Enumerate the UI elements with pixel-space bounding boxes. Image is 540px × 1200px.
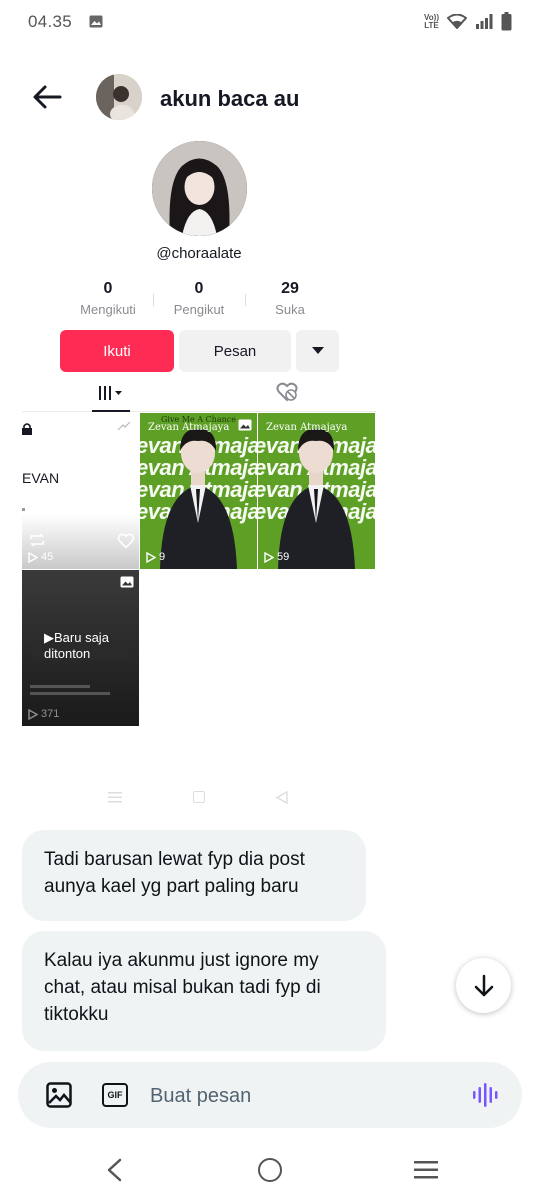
scroll-to-bottom-button[interactable] <box>456 958 511 1013</box>
screenshot-nav-bar <box>0 790 400 806</box>
wifi-icon <box>447 14 467 29</box>
signal-icon <box>476 14 493 29</box>
message-button[interactable]: Pesan <box>179 330 291 372</box>
video-thumb[interactable]: evan Atmajaya evan Atmajay evan Atmaja e… <box>140 413 257 569</box>
gif-button[interactable]: GIF <box>102 1083 128 1107</box>
message-composer: GIF <box>18 1062 522 1128</box>
view-count: 371 <box>28 708 59 720</box>
lock-icon <box>22 423 32 435</box>
view-count: 45 <box>28 551 53 563</box>
trend-icon <box>117 421 131 431</box>
message-bubble[interactable]: Tadi barusan lewat fyp dia post aunya ka… <box>22 830 366 921</box>
video-thumb[interactable]: evan Atmajay evan Atmajaya evan Atmaja e… <box>258 413 375 569</box>
person-figure <box>160 428 237 569</box>
heart-outline-icon <box>117 533 135 549</box>
video-overlay-name: Zevan Atmajaya <box>148 422 230 433</box>
status-time: 04.35 <box>28 12 73 31</box>
message-input[interactable] <box>150 1082 450 1110</box>
repost-icon <box>30 533 44 547</box>
profile-username: @choraalate <box>156 245 242 262</box>
image-icon[interactable] <box>46 1082 72 1108</box>
video-thumb[interactable]: EVAN 45 <box>22 413 139 569</box>
stat-likes[interactable]: 29 Suka <box>245 280 335 317</box>
home-icon[interactable] <box>258 1158 282 1182</box>
voice-message-icon[interactable] <box>472 1082 500 1108</box>
video-thumb[interactable]: ▶Baru saja ditonton 371 <box>22 570 139 726</box>
video-overlay-name: Zevan Atmajaya <box>266 422 348 433</box>
back-chevron-icon[interactable] <box>106 1158 122 1182</box>
dot <box>22 508 25 511</box>
message-bubble[interactable]: Kalau iya akunmu just ignore my chat, at… <box>22 931 386 1051</box>
profile-header: akun baca au <box>0 70 540 126</box>
blurred-content <box>30 692 110 695</box>
caret-down-icon <box>311 347 324 354</box>
volte-indicator: Vo)) LTE <box>424 12 439 30</box>
profile-avatar[interactable] <box>152 141 247 236</box>
arrow-down-icon <box>474 974 493 996</box>
view-count: 59 <box>264 551 289 563</box>
stat-followers[interactable]: 0 Pengikut <box>154 280 244 317</box>
header-title: akun baca au <box>160 86 300 111</box>
view-count: 9 <box>146 551 165 563</box>
follow-button[interactable]: Ikuti <box>60 330 174 372</box>
grid-bars-icon <box>99 386 122 400</box>
battery-icon <box>501 12 512 31</box>
recently-watched-label: ▶Baru saja ditonton <box>44 630 109 661</box>
menu-icon <box>108 792 122 803</box>
play-solid-icon: ▶ <box>44 630 54 645</box>
tab-videos[interactable] <box>92 376 130 412</box>
square-icon <box>193 791 205 803</box>
person-figure <box>278 428 355 569</box>
recents-menu-icon[interactable] <box>414 1161 438 1179</box>
back-arrow-icon[interactable] <box>30 82 64 112</box>
profile-tabs <box>22 376 376 412</box>
photo-icon <box>238 419 252 431</box>
gallery-notification-icon <box>89 15 103 28</box>
profile-stats: 0 Mengikuti 0 Pengikut 29 Suka <box>60 280 350 320</box>
android-nav-bar <box>0 1140 540 1200</box>
play-outline-icon <box>28 551 38 563</box>
triangle-back-icon <box>276 791 288 804</box>
more-button[interactable] <box>296 330 339 372</box>
play-outline-icon <box>146 551 156 563</box>
video-caption: EVAN <box>22 470 60 486</box>
status-bar: 04.35 Vo)) LTE <box>0 0 540 44</box>
stat-following[interactable]: 0 Mengikuti <box>63 280 153 317</box>
play-outline-icon <box>264 551 274 563</box>
photo-icon <box>120 576 134 588</box>
liked-hidden-icon[interactable] <box>276 382 298 402</box>
header-avatar[interactable] <box>96 74 142 120</box>
play-outline-icon <box>28 708 38 720</box>
blurred-content <box>30 685 90 688</box>
